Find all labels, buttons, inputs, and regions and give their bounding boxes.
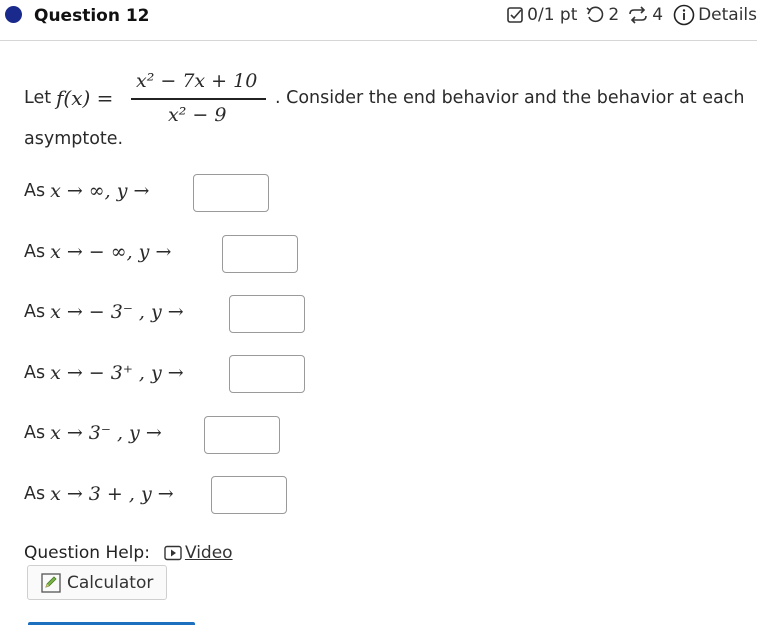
retries-indicator: 2	[585, 5, 619, 25]
video-link[interactable]: Video	[164, 543, 233, 563]
as-label: As	[24, 484, 46, 504]
limit-expression: x → − ∞, y →	[50, 241, 172, 263]
details-label: Details	[698, 5, 757, 25]
answer-input-6[interactable]	[211, 476, 287, 514]
let-label: Let	[24, 88, 52, 108]
limit-expression: x → − 3⁻ , y →	[50, 301, 184, 323]
fraction-denominator: x² − 9	[168, 104, 227, 126]
question-help-label: Question Help:	[24, 543, 150, 563]
fraction-numerator: x² − 7x + 10	[136, 70, 258, 92]
answer-input-5[interactable]	[204, 416, 280, 454]
retries-text: 2	[608, 5, 620, 25]
repeat-icon	[629, 6, 648, 24]
as-label: As	[24, 423, 46, 443]
attempts-text: 4	[652, 5, 664, 25]
limit-expression: x → ∞, y →	[50, 180, 150, 202]
attempts-indicator: 4	[627, 5, 663, 25]
score-indicator: 0/1 pt	[506, 5, 577, 25]
question-help: Question Help: Video	[24, 543, 233, 563]
limit-row-5: As x → 3⁻ , y →	[24, 422, 162, 444]
details-button[interactable]: Details	[673, 4, 757, 26]
limit-expression: x → 3⁻ , y →	[50, 422, 162, 444]
limit-row-1: As x → ∞, y →	[24, 180, 149, 202]
problem-text: . Consider the end behavior and the beha…	[275, 88, 745, 108]
info-icon	[673, 4, 695, 26]
limit-expression: x → 3 + , y →	[50, 483, 174, 505]
answer-input-2[interactable]	[222, 235, 298, 273]
question-status-dot	[5, 6, 22, 23]
header-stats: 0/1 pt 2 4 Details	[498, 4, 757, 26]
question-header: Question 12 0/1 pt 2 4 Details	[0, 0, 757, 41]
limit-row-4: As x → − 3⁺ , y →	[24, 362, 184, 384]
video-label: Video	[184, 543, 233, 563]
calculator-label: Calculator	[67, 572, 154, 593]
answer-input-3[interactable]	[229, 295, 305, 333]
checkbox-icon	[507, 7, 523, 23]
question-title: Question 12	[34, 6, 150, 26]
as-label: As	[24, 363, 46, 383]
as-label: As	[24, 181, 46, 201]
score-text: 0/1 pt	[527, 5, 578, 25]
as-label: As	[24, 302, 46, 322]
fraction-bar	[131, 98, 266, 100]
limit-row-3: As x → − 3⁻ , y →	[24, 301, 184, 323]
problem-text-continued: asymptote.	[24, 129, 124, 149]
answer-input-1[interactable]	[193, 174, 269, 212]
play-icon	[164, 545, 182, 561]
limit-expression: x → − 3⁺ , y →	[50, 362, 184, 384]
as-label: As	[24, 242, 46, 262]
undo-icon	[586, 6, 604, 23]
limit-row-6: As x → 3 + , y →	[24, 483, 174, 505]
answer-input-4[interactable]	[229, 355, 305, 393]
limit-row-2: As x → − ∞, y →	[24, 241, 171, 263]
function-lhs: f(x) =	[56, 86, 114, 110]
calculator-button[interactable]: Calculator	[27, 565, 167, 600]
pencil-icon	[41, 572, 61, 593]
